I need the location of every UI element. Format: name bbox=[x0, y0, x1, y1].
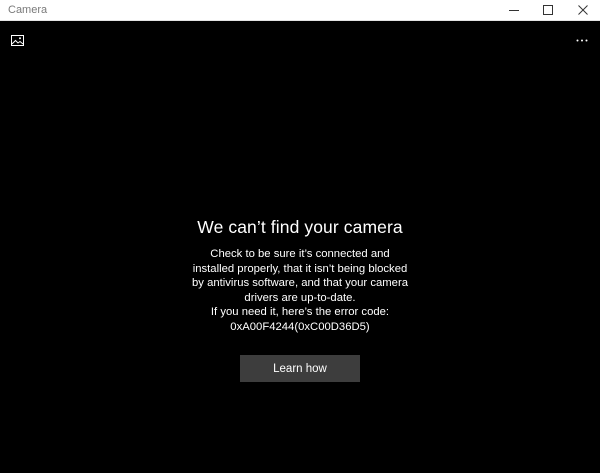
photo-gallery-icon bbox=[10, 34, 24, 46]
error-description: Check to be sure it’s connected and inst… bbox=[150, 247, 450, 334]
maximize-icon bbox=[543, 5, 553, 15]
error-line: installed properly, that it isn’t being … bbox=[192, 262, 408, 275]
error-line: drivers are up-to-date. bbox=[244, 291, 356, 304]
error-line: If you need it, here’s the error code: bbox=[210, 306, 390, 318]
more-options-icon bbox=[576, 39, 588, 41]
camera-app-window: Camera We can’t find your camera Check t… bbox=[0, 0, 600, 473]
close-button[interactable] bbox=[566, 0, 600, 20]
error-line: Check to be sure it’s connected and bbox=[210, 248, 390, 260]
error-line: by antivirus software, and that your cam… bbox=[192, 277, 408, 289]
error-title: We can’t find your camera bbox=[197, 217, 403, 237]
more-options-button[interactable] bbox=[572, 32, 592, 48]
photo-gallery-button[interactable] bbox=[9, 33, 25, 47]
maximize-button[interactable] bbox=[531, 0, 565, 20]
error-message: We can’t find your camera Check to be su… bbox=[150, 216, 450, 334]
window-title: Camera bbox=[8, 4, 48, 16]
minimize-button[interactable] bbox=[497, 0, 531, 20]
close-icon bbox=[578, 5, 588, 15]
error-code: 0xA00F4244(0xC00D36D5) bbox=[230, 320, 370, 333]
minimize-icon bbox=[509, 10, 519, 11]
learn-how-button[interactable]: Learn how bbox=[240, 355, 360, 382]
title-bar[interactable]: Camera bbox=[0, 0, 600, 21]
